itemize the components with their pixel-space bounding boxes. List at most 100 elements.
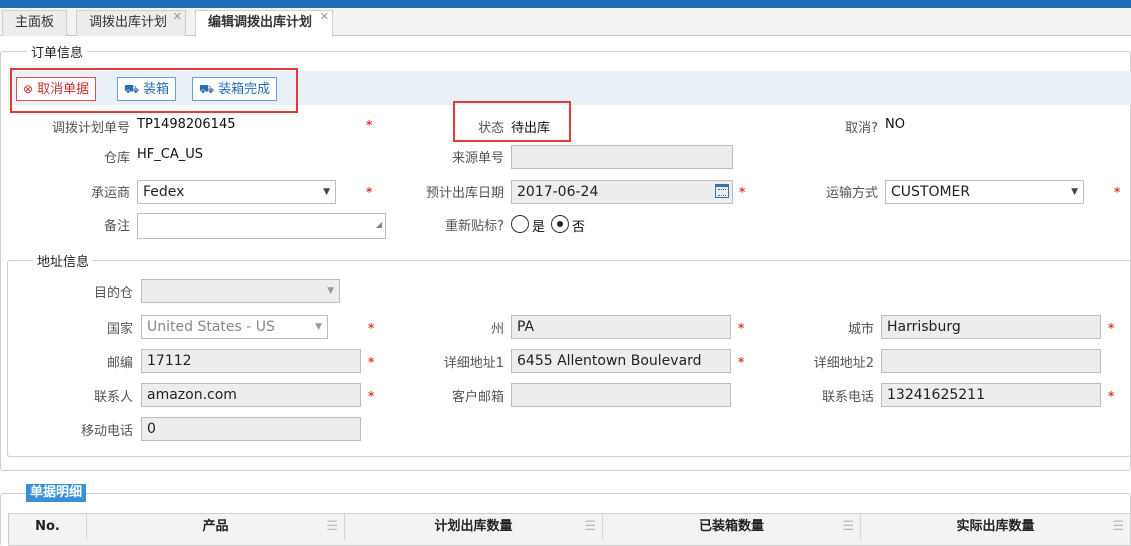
column-header-label: 实际出库数量 [956, 519, 1035, 534]
column-header-label: No. [35, 519, 60, 534]
ship-method-label: 运输方式 [825, 186, 878, 201]
truck-icon: ⛟ [124, 82, 140, 96]
relabel-no-label[interactable]: 否 [572, 216, 585, 235]
resize-grip-icon[interactable]: ◢ [376, 214, 382, 236]
required-mark: * [1108, 389, 1115, 403]
addr1-label: 详细地址1 [443, 356, 504, 371]
city-label: 城市 [847, 322, 874, 337]
state-input[interactable]: PA [511, 315, 731, 339]
state-label: 州 [490, 322, 504, 337]
ship-method-value: CUSTOMER [891, 184, 971, 200]
zip-input[interactable]: 17112 [141, 349, 361, 373]
column-menu-icon[interactable]: ☰ [584, 514, 596, 540]
button-label: 取消单据 [37, 82, 90, 97]
button-label: 装箱完成 [218, 82, 271, 97]
pack-button[interactable]: ⛟ 装箱 [117, 77, 177, 101]
tab-dashboard[interactable]: 主面板 [2, 10, 68, 36]
carrier-label: 承运商 [90, 186, 130, 201]
plan-no-label: 调拨计划单号 [51, 121, 130, 136]
tab-edit-transfer-plan[interactable]: 编辑调拨出库计划 ✕ [195, 10, 334, 37]
email-input[interactable] [511, 383, 731, 407]
detail-title: 单据明细 [26, 484, 87, 502]
required-mark: * [738, 321, 745, 335]
contact-label: 联系人 [93, 390, 133, 405]
status-label: 状态 [477, 121, 504, 136]
chevron-down-icon: ▼ [315, 322, 322, 332]
column-header-product[interactable]: 产品 ☰ [87, 514, 345, 540]
cancelled-value: NO [885, 117, 905, 132]
status-value: 待出库 [511, 121, 551, 136]
close-icon[interactable]: ✕ [320, 5, 329, 29]
detail-grid: No. 产品 ☰ 计划出库数量 ☰ 已装箱数量 ☰ 实际出库数量 ☰ [8, 513, 1131, 546]
address-info-legend: 地址信息 [33, 251, 94, 270]
phone-label: 联系电话 [821, 390, 874, 405]
chevron-down-icon: ▼ [327, 286, 334, 296]
required-mark: * [738, 355, 745, 369]
relabel-no-radio[interactable] [551, 215, 569, 233]
required-mark: * [1114, 185, 1121, 199]
carrier-select[interactable]: Fedex ▼ [137, 180, 336, 204]
required-mark: * [368, 355, 375, 369]
eta-label: 预计出库日期 [425, 186, 504, 201]
chevron-down-icon: ▼ [1071, 187, 1078, 197]
tab-transfer-plan[interactable]: 调拨出库计划 ✕ [76, 10, 187, 36]
column-header-label: 产品 [202, 519, 229, 534]
mobile-label: 移动电话 [80, 424, 133, 439]
relabel-yes-radio[interactable] [511, 215, 529, 233]
relabel-label: 重新贴标? [445, 219, 504, 234]
addr2-label: 详细地址2 [813, 356, 874, 371]
required-mark: * [739, 185, 746, 199]
carrier-value: Fedex [143, 184, 185, 200]
source-no-label: 来源单号 [451, 151, 504, 166]
top-bar [0, 0, 1131, 8]
required-mark: * [366, 185, 373, 199]
tab-bar: 主面板 调拨出库计划 ✕ 编辑调拨出库计划 ✕ [0, 8, 1131, 37]
source-no-input[interactable] [511, 145, 733, 169]
warehouse-label: 仓库 [103, 151, 130, 166]
required-mark: * [366, 118, 373, 132]
eta-value: 2017-06-24 [517, 184, 599, 200]
remark-label: 备注 [103, 219, 130, 234]
ship-method-select[interactable]: CUSTOMER ▼ [885, 180, 1084, 204]
dest-wh-label: 目的仓 [93, 286, 133, 301]
email-label: 客户邮箱 [451, 390, 504, 405]
addr2-input[interactable] [881, 349, 1101, 373]
zip-label: 邮编 [106, 356, 133, 371]
calendar-icon[interactable] [715, 184, 729, 198]
plan-no-value: TP1498206145 [137, 117, 236, 132]
country-value: United States - US [147, 319, 275, 335]
required-mark: * [368, 389, 375, 403]
column-header-packed-qty[interactable]: 已装箱数量 ☰ [603, 514, 861, 540]
close-icon[interactable]: ✕ [173, 5, 182, 29]
cancelled-label: 取消? [845, 121, 878, 136]
cancel-order-button[interactable]: ⊗ 取消单据 [16, 77, 97, 101]
column-header-label: 计划出库数量 [434, 519, 513, 534]
required-mark: * [368, 321, 375, 335]
city-input[interactable]: Harrisburg [881, 315, 1101, 339]
column-menu-icon[interactable]: ☰ [326, 514, 338, 540]
column-header-actual-qty[interactable]: 实际出库数量 ☰ [861, 514, 1130, 540]
required-mark: * [1108, 321, 1115, 335]
dest-wh-select[interactable]: ▼ [141, 279, 340, 303]
cancel-icon: ⊗ [23, 82, 34, 96]
chevron-down-icon: ▼ [323, 187, 330, 197]
remark-textarea[interactable]: ◢ [137, 213, 386, 239]
warehouse-value: HF_CA_US [137, 147, 203, 162]
column-header-label: 已装箱数量 [698, 519, 764, 534]
relabel-yes-label[interactable]: 是 [532, 216, 545, 235]
order-info-legend: 订单信息 [27, 42, 88, 61]
country-select[interactable]: United States - US ▼ [141, 315, 328, 339]
tab-label: 调拨出库计划 [89, 15, 168, 30]
column-header-planned-qty[interactable]: 计划出库数量 ☰ [345, 514, 603, 540]
mobile-input[interactable]: 0 [141, 417, 361, 441]
column-header-no[interactable]: No. [9, 514, 87, 540]
column-menu-icon[interactable]: ☰ [842, 514, 854, 540]
addr1-input[interactable]: 6455 Allentown Boulevard [511, 349, 731, 373]
eta-date-input[interactable]: 2017-06-24 [511, 180, 733, 204]
country-label: 国家 [106, 322, 133, 337]
column-menu-icon[interactable]: ☰ [1112, 514, 1124, 540]
phone-input[interactable]: 13241625211 [881, 383, 1101, 407]
pack-complete-button[interactable]: ⛟ 装箱完成 [192, 77, 278, 101]
button-label: 装箱 [143, 82, 170, 97]
contact-input[interactable]: amazon.com [141, 383, 361, 407]
